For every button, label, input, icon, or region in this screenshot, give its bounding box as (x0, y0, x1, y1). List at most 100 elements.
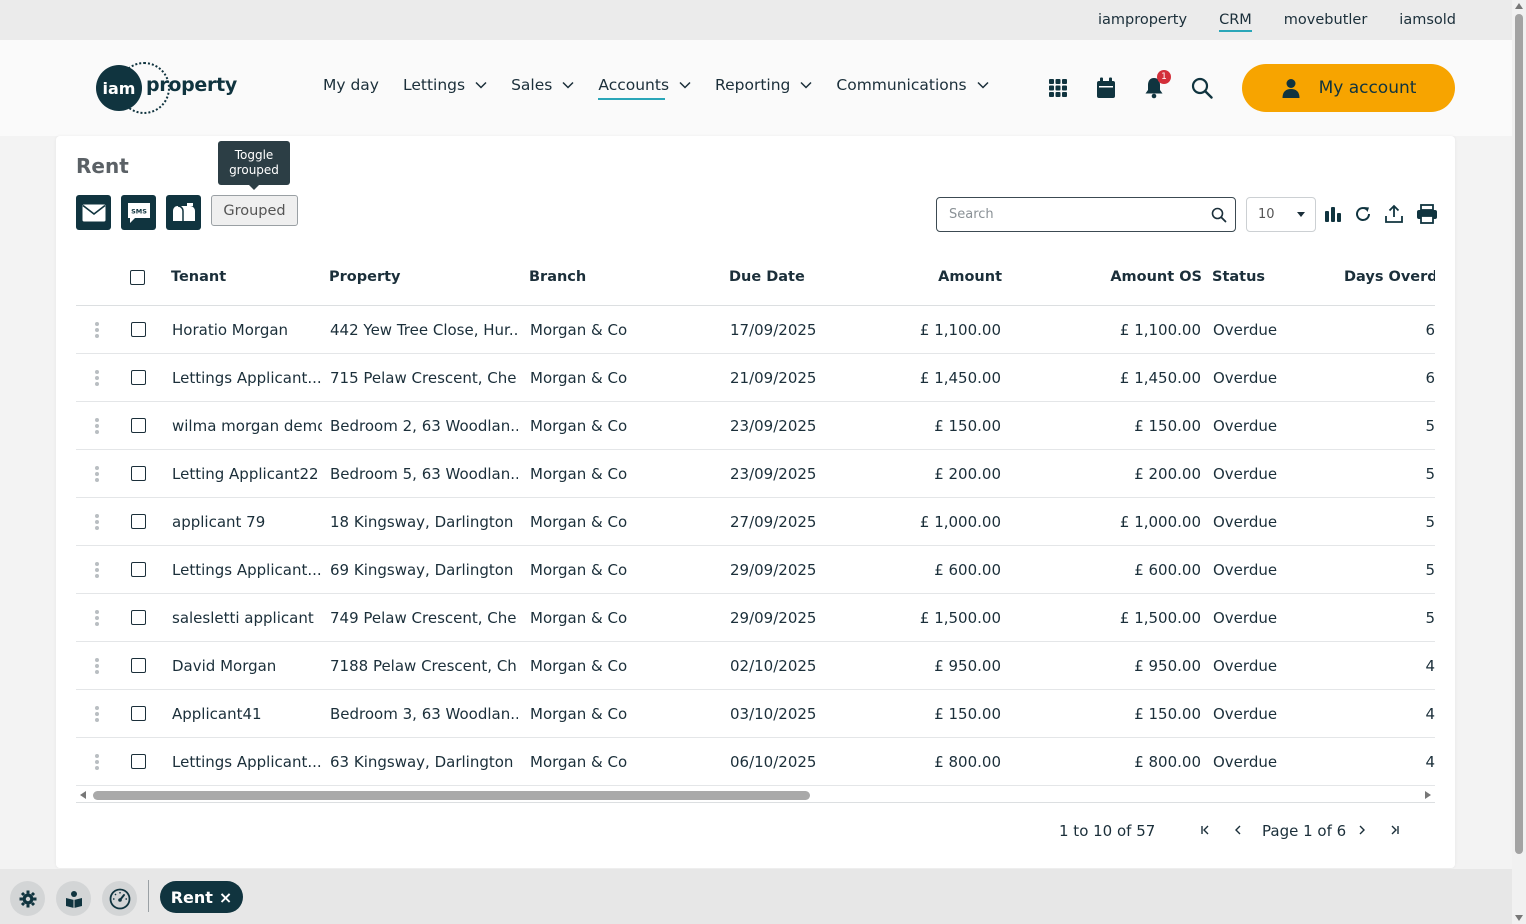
refresh-icon[interactable] (1354, 205, 1372, 223)
settings-button[interactable] (10, 881, 45, 916)
bottom-bar: Rent × (0, 869, 1512, 924)
column-header-status[interactable]: Status (1212, 269, 1265, 285)
top-link-iamproperty[interactable]: iamproperty (1098, 12, 1187, 28)
drag-handle-icon[interactable] (95, 658, 99, 674)
scroll-left-icon[interactable] (80, 791, 86, 799)
previous-page-icon[interactable] (1228, 820, 1248, 840)
cell-property: Bedroom 3, 63 Woodlan... (330, 705, 518, 723)
column-header-property[interactable]: Property (329, 269, 401, 285)
table-row[interactable]: Letting Applicant22 Bedroom 5, 63 Woodlan… (76, 450, 1435, 498)
print-icon[interactable] (1416, 204, 1438, 224)
cell-property: 18 Kingsway, Darlington (330, 513, 514, 531)
table-row[interactable]: salesletti applicant 749 Pelaw Crescent, … (76, 594, 1435, 642)
dashboard-button[interactable] (102, 881, 137, 916)
nav-reporting[interactable]: Reporting (715, 76, 812, 94)
drag-handle-icon[interactable] (95, 706, 99, 722)
nav-label: Communications (836, 76, 967, 94)
table-row[interactable]: applicant 79 18 Kingsway, Darlington Morga… (76, 498, 1435, 546)
nav-sales[interactable]: Sales (511, 76, 574, 94)
scroll-thumb[interactable] (1515, 14, 1523, 854)
chevron-down-icon (977, 81, 989, 89)
select-all-checkbox[interactable] (130, 270, 145, 285)
first-page-icon[interactable] (1196, 820, 1216, 840)
nav-communications[interactable]: Communications (836, 76, 989, 94)
top-link-iamsold[interactable]: iamsold (1399, 12, 1456, 28)
search-input[interactable]: Search (936, 197, 1236, 232)
email-button[interactable] (76, 195, 111, 230)
column-header-due-date[interactable]: Due Date (729, 269, 805, 285)
sms-button[interactable]: SMS (121, 195, 156, 230)
cell-status: Overdue (1213, 657, 1278, 675)
grouped-toggle-button[interactable]: Grouped (211, 195, 298, 226)
drag-handle-icon[interactable] (95, 754, 99, 770)
letter-button[interactable] (166, 195, 201, 230)
drag-handle-icon[interactable] (95, 418, 99, 434)
my-account-button[interactable]: My account (1242, 64, 1455, 112)
nav-lettings[interactable]: Lettings (403, 76, 487, 94)
row-checkbox[interactable] (131, 322, 146, 337)
open-tab-rent[interactable]: Rent × (160, 881, 243, 913)
row-checkbox[interactable] (131, 466, 146, 481)
cell-status: Overdue (1213, 513, 1278, 531)
calendar-icon[interactable] (1094, 76, 1118, 100)
drag-handle-icon[interactable] (95, 562, 99, 578)
row-checkbox[interactable] (131, 706, 146, 721)
scroll-down-icon[interactable] (1515, 915, 1523, 921)
scroll-up-icon[interactable] (1515, 3, 1523, 9)
cell-due-date: 23/09/2025 (730, 417, 817, 435)
row-checkbox[interactable] (131, 610, 146, 625)
knowledge-button[interactable] (56, 881, 91, 916)
row-checkbox[interactable] (131, 418, 146, 433)
table-row[interactable]: wilma morgan demo Bedroom 2, 63 Woodlan..… (76, 402, 1435, 450)
column-header-amount[interactable]: Amount (876, 269, 1002, 285)
row-checkbox[interactable] (131, 562, 146, 577)
top-link-movebutler[interactable]: movebutler (1284, 12, 1368, 28)
search-icon[interactable] (1190, 76, 1214, 100)
next-page-icon[interactable] (1352, 820, 1372, 840)
close-icon[interactable]: × (219, 888, 232, 907)
notification-count-badge: 1 (1157, 70, 1171, 84)
chevron-down-icon (800, 81, 812, 89)
table-row[interactable]: Lettings Applicant... 715 Pelaw Crescent,… (76, 354, 1435, 402)
horizontal-scrollbar[interactable] (76, 787, 1435, 803)
iam-property-logo[interactable]: iam property (96, 62, 237, 114)
bell-icon[interactable]: 1 (1142, 70, 1171, 100)
cell-tenant: Letting Applicant22 (172, 465, 319, 483)
page-size-select[interactable]: 10 (1246, 197, 1316, 232)
row-checkbox[interactable] (131, 658, 146, 673)
cell-due-date: 03/10/2025 (730, 705, 817, 723)
nav-my-day[interactable]: My day (323, 76, 379, 94)
my-account-label: My account (1318, 78, 1417, 98)
logo-badge: iam (96, 65, 142, 111)
apps-grid-icon[interactable] (1046, 76, 1070, 100)
drag-handle-icon[interactable] (95, 322, 99, 338)
drag-handle-icon[interactable] (95, 466, 99, 482)
table-row[interactable]: Lettings Applicant... 69 Kingsway, Darlin… (76, 546, 1435, 594)
column-header-branch[interactable]: Branch (529, 269, 586, 285)
main-nav: My day Lettings Sales Accounts Reporting… (323, 76, 989, 94)
table-row[interactable]: Lettings Applicant... 63 Kingsway, Darlin… (76, 738, 1435, 786)
drag-handle-icon[interactable] (95, 370, 99, 386)
table-row[interactable]: Horatio Morgan 442 Yew Tree Close, Hur...… (76, 306, 1435, 354)
vertical-scrollbar[interactable] (1512, 0, 1526, 924)
table-row[interactable]: Applicant41 Bedroom 3, 63 Woodlan... Morga… (76, 690, 1435, 738)
table-row[interactable]: David Morgan 7188 Pelaw Crescent, Ch... Mo… (76, 642, 1435, 690)
drag-handle-icon[interactable] (95, 514, 99, 530)
scroll-right-icon[interactable] (1425, 791, 1431, 799)
cell-days-overdue: 5 (1425, 417, 1435, 435)
cell-property: 715 Pelaw Crescent, Che... (330, 369, 518, 387)
last-page-icon[interactable] (1384, 820, 1404, 840)
row-checkbox[interactable] (131, 370, 146, 385)
column-header-amount-os[interactable]: Amount OS (1076, 269, 1202, 285)
row-checkbox[interactable] (131, 754, 146, 769)
column-header-tenant[interactable]: Tenant (171, 269, 226, 285)
scroll-thumb[interactable] (93, 791, 810, 800)
columns-chart-icon[interactable] (1324, 205, 1342, 223)
export-icon[interactable] (1384, 204, 1404, 224)
row-checkbox[interactable] (131, 514, 146, 529)
top-link-crm[interactable]: CRM (1219, 12, 1252, 32)
nav-accounts[interactable]: Accounts (598, 76, 691, 94)
column-header-days-overdue[interactable]: Days Overdu (1344, 269, 1435, 285)
cell-due-date: 21/09/2025 (730, 369, 817, 387)
drag-handle-icon[interactable] (95, 610, 99, 626)
